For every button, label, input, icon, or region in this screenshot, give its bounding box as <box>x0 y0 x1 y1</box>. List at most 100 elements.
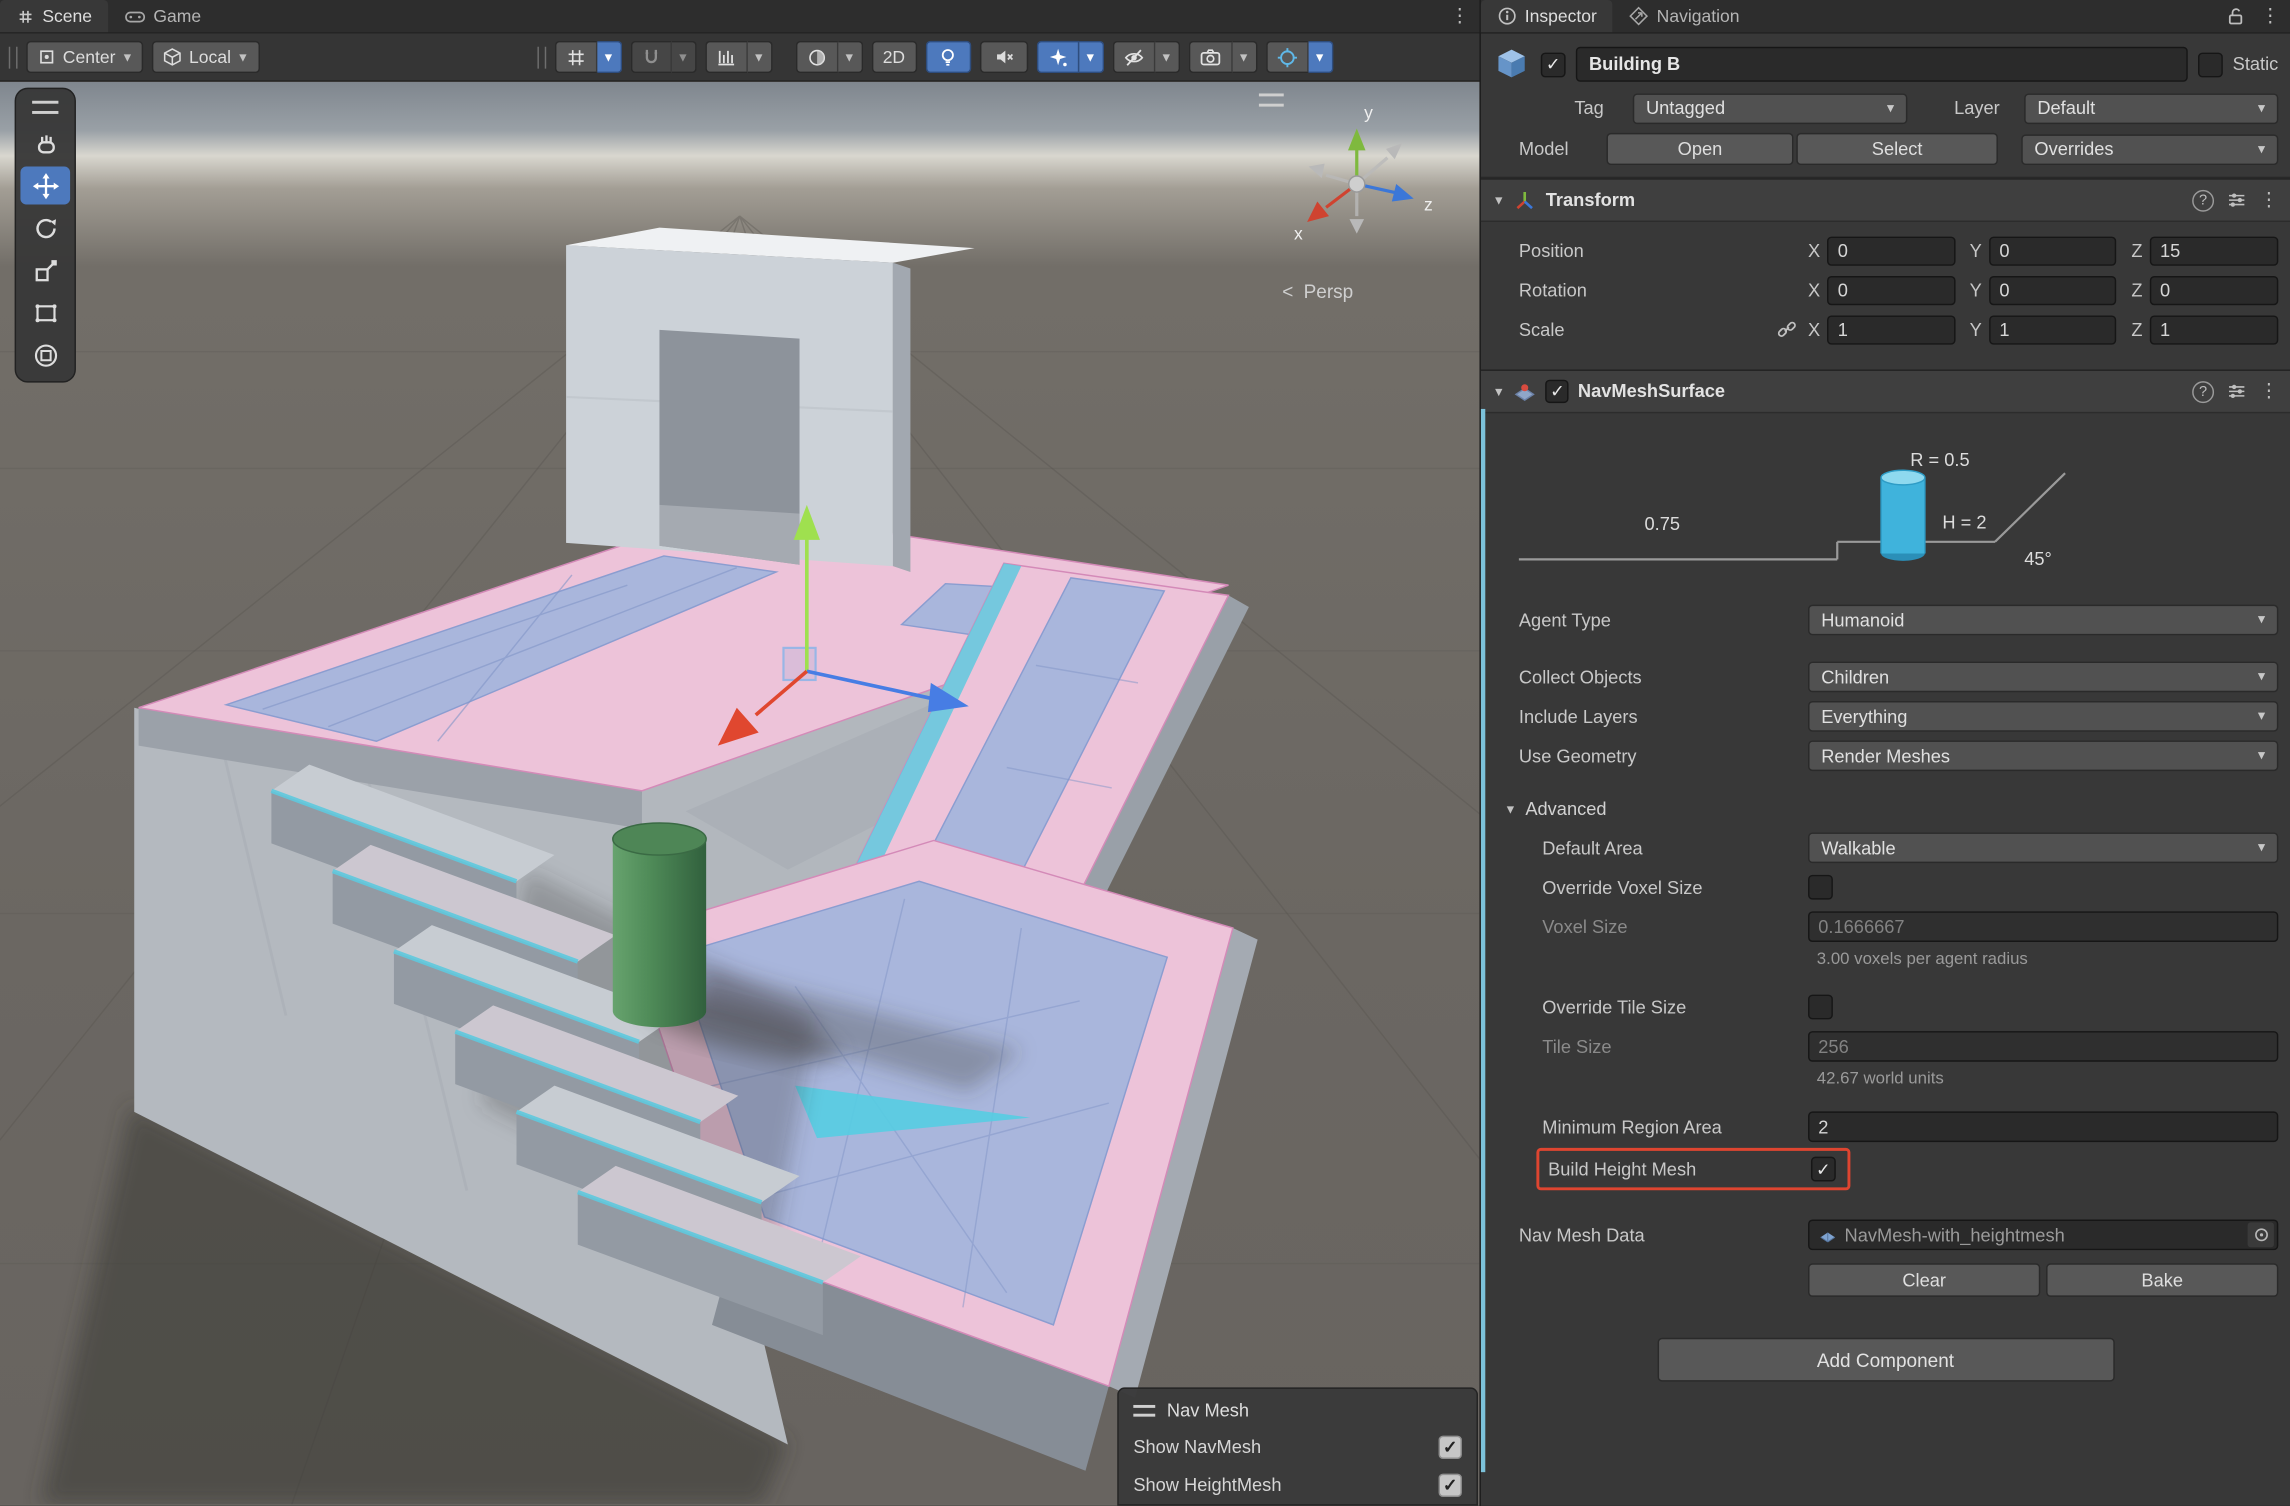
projection-toggle[interactable]: < Persp <box>1282 280 1472 302</box>
component-menu-icon[interactable]: ⋮ <box>2259 188 2278 211</box>
grid-visibility-button[interactable] <box>554 41 596 73</box>
scale-x-field[interactable]: 1 <box>1828 315 1956 344</box>
rotation-x-field[interactable]: 0 <box>1828 275 1956 304</box>
tab-navigation[interactable]: Navigation <box>1613 0 1756 32</box>
add-component-button[interactable]: Add Component <box>1657 1338 2114 1382</box>
min-region-field[interactable]: 2 <box>1808 1111 2278 1142</box>
effects-dropdown[interactable]: ▼ <box>1079 41 1104 73</box>
scale-z-field[interactable]: 1 <box>2150 315 2279 344</box>
use-geometry-dropdown[interactable]: Render Meshes ▾ <box>1808 740 2278 771</box>
rotate-tool[interactable] <box>20 209 70 247</box>
scene-orientation-gizmo[interactable]: y x z <box>1274 96 1467 257</box>
chevron-down-icon: ▾ <box>2258 840 2265 856</box>
gizmos-button[interactable] <box>1266 41 1308 73</box>
inspector-menu-icon[interactable]: ⋮ <box>2251 0 2290 32</box>
component-accent-bar <box>1481 409 1485 1472</box>
nav-mesh-data-field[interactable]: NavMesh-with_heightmesh <box>1808 1219 2278 1250</box>
increment-snap-dropdown[interactable]: ▼ <box>747 41 772 73</box>
scene-lighting-button[interactable] <box>925 41 970 73</box>
snap-button[interactable] <box>630 41 671 73</box>
model-open-button[interactable]: Open <box>1607 133 1794 165</box>
rotation-label: Rotation <box>1519 280 1776 300</box>
scale-y-field[interactable]: 1 <box>1989 315 2117 344</box>
show-navmesh-checkbox[interactable]: ✓ <box>1439 1436 1462 1459</box>
component-menu-icon[interactable]: ⋮ <box>2259 380 2278 403</box>
show-heightmesh-checkbox[interactable]: ✓ <box>1439 1474 1462 1497</box>
shading-mode-dropdown[interactable]: ▼ <box>838 41 863 73</box>
navmesh-overlay-header[interactable]: Nav Mesh <box>1133 1393 1462 1428</box>
transform-body: Position X0 Y0 Z15 Rotation X0 Y0 Z0 <box>1481 222 2290 361</box>
min-region-row: Minimum Region Area 2 <box>1481 1107 2290 1146</box>
palette-drag-handle[interactable] <box>32 101 58 114</box>
position-y-field[interactable]: 0 <box>1989 236 2117 265</box>
effects-button[interactable] <box>1036 41 1078 73</box>
clear-button[interactable]: Clear <box>1808 1263 2040 1297</box>
scene-visibility-dropdown[interactable]: ▼ <box>1155 41 1180 73</box>
overrides-dropdown[interactable]: Overrides ▾ <box>2021 134 2278 165</box>
chevron-down-icon: ▾ <box>1887 100 1894 116</box>
agent-type-dropdown[interactable]: Humanoid ▾ <box>1808 605 2278 636</box>
handle-orientation-dropdown[interactable]: Local ▼ <box>153 41 260 73</box>
gameobject-active-checkbox[interactable]: ✓ <box>1541 52 1566 77</box>
rotation-y-field[interactable]: 0 <box>1989 275 2117 304</box>
rect-tool[interactable] <box>20 294 70 332</box>
foldout-icon[interactable]: ▼ <box>1493 384 1505 399</box>
transform-header[interactable]: ▼ Transform ? ⋮ <box>1481 178 2290 222</box>
camera-settings-dropdown[interactable]: ▼ <box>1232 41 1257 73</box>
tag-dropdown[interactable]: Untagged ▾ <box>1633 93 1908 124</box>
model-select-button[interactable]: Select <box>1796 133 1998 165</box>
scene-camera-button[interactable] <box>1188 41 1232 73</box>
gameobject-name-field[interactable]: Building B <box>1576 47 2188 82</box>
rotation-z-field[interactable]: 0 <box>2150 275 2279 304</box>
tab-inspector[interactable]: Inspector <box>1481 0 1613 32</box>
axis-z-label: Z <box>2131 280 2142 300</box>
advanced-foldout[interactable]: ▼ Advanced <box>1481 790 2290 828</box>
min-region-value: 2 <box>1818 1117 1828 1137</box>
presets-icon[interactable] <box>2226 381 2248 401</box>
rotation-row: Rotation X0 Y0 Z0 <box>1481 270 2290 309</box>
2d-mode-button[interactable]: 2D <box>871 41 916 73</box>
transform-tool[interactable] <box>20 336 70 374</box>
scale-tool[interactable] <box>20 251 70 289</box>
toolbar-drag-handle[interactable] <box>537 46 546 68</box>
build-height-mesh-checkbox[interactable]: ✓ <box>1811 1157 1836 1182</box>
gizmos-dropdown[interactable]: ▼ <box>1308 41 1333 73</box>
override-voxel-checkbox[interactable] <box>1808 875 1833 900</box>
include-layers-dropdown[interactable]: Everything ▾ <box>1808 701 2278 732</box>
scene-viewport[interactable]: y x z < Persp Nav Mesh Show NavMesh ✓ <box>0 82 1479 1506</box>
presets-icon[interactable] <box>2226 190 2248 210</box>
scene-audio-button[interactable] <box>979 41 1027 73</box>
static-checkbox[interactable] <box>2198 52 2223 77</box>
layer-dropdown[interactable]: Default ▾ <box>2024 93 2278 124</box>
move-tool[interactable] <box>20 166 70 204</box>
collect-objects-dropdown[interactable]: Children ▾ <box>1808 662 2278 693</box>
position-x-field[interactable]: 0 <box>1828 236 1956 265</box>
tab-scene[interactable]: Scene <box>0 0 108 32</box>
scene-panel-menu-icon[interactable]: ⋮ <box>1440 0 1479 32</box>
snap-settings-dropdown[interactable]: ▼ <box>671 41 696 73</box>
help-icon[interactable]: ? <box>2192 380 2214 402</box>
navmeshsurface-header[interactable]: ▼ ✓ NavMeshSurface ? ⋮ <box>1481 369 2290 413</box>
default-area-dropdown[interactable]: Walkable ▾ <box>1808 832 2278 863</box>
lock-icon[interactable] <box>2220 0 2251 32</box>
override-tile-checkbox[interactable] <box>1808 995 1833 1020</box>
chevron-down-icon: ▾ <box>2258 748 2265 764</box>
pivot-mode-dropdown[interactable]: Center ▼ <box>26 41 143 73</box>
view-hand-tool[interactable] <box>20 124 70 162</box>
navigation-icon <box>1629 6 1649 26</box>
foldout-icon[interactable]: ▼ <box>1493 193 1505 208</box>
shading-mode-button[interactable] <box>795 41 837 73</box>
bake-button[interactable]: Bake <box>2046 1263 2278 1297</box>
navmeshsurface-enabled-checkbox[interactable]: ✓ <box>1546 380 1569 403</box>
grid-settings-dropdown[interactable]: ▼ <box>597 41 622 73</box>
increment-snap-button[interactable] <box>705 41 747 73</box>
object-picker-icon[interactable] <box>2248 1222 2274 1247</box>
help-icon[interactable]: ? <box>2192 189 2214 211</box>
toolbar-drag-handle[interactable] <box>9 46 18 68</box>
link-icon[interactable] <box>1776 318 1798 340</box>
scene-visibility-button[interactable] <box>1112 41 1154 73</box>
help-glyph: ? <box>2199 192 2207 208</box>
position-z-field[interactable]: 15 <box>2150 236 2279 265</box>
tab-game[interactable]: Game <box>108 0 217 32</box>
position-y-value: 0 <box>1999 240 2009 260</box>
